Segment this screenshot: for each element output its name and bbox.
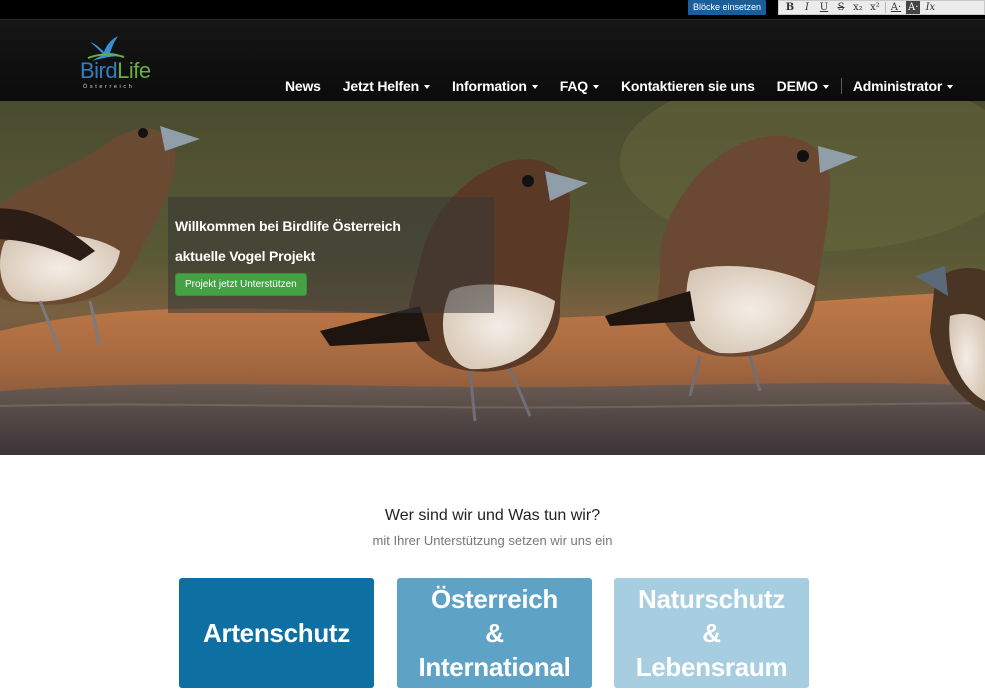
birdlife-logo[interactable]: BirdLife Österreich <box>80 32 165 94</box>
nav-information-label: Information <box>451 78 527 94</box>
format-toolbar: B I U S x₂ x² A· A· Ix <box>778 0 985 15</box>
tile-label: Österreich <box>430 584 559 614</box>
section-subtitle: mit Ihrer Unterstützung setzen wir uns e… <box>372 533 613 548</box>
caret-down-icon <box>822 85 829 90</box>
main-navbar: BirdLife Österreich News Jetzt Helfen In… <box>0 19 985 101</box>
toolbar-separator <box>885 2 886 13</box>
superscript-button[interactable]: x² <box>868 1 882 14</box>
tile-naturschutz-lebensraum[interactable]: Naturschutz & Lebensraum <box>614 578 809 688</box>
tile-label: & <box>702 618 721 648</box>
nav-information[interactable]: Information <box>452 78 538 94</box>
caret-down-icon <box>423 85 430 90</box>
background-color-button[interactable]: A· <box>906 1 921 14</box>
nav-faq[interactable]: FAQ <box>560 78 599 94</box>
support-project-button[interactable]: Projekt jetzt Unterstützen <box>175 273 307 296</box>
logo-word-bird: Bird <box>80 58 118 83</box>
hero-caption: Willkommen bei Birdlife Österreich aktue… <box>168 197 494 313</box>
nav-kontakt[interactable]: Kontaktieren sie uns <box>621 78 755 94</box>
nav-news[interactable]: News <box>285 78 321 94</box>
nav-demo[interactable]: DEMO <box>777 78 829 94</box>
underline-button[interactable]: U <box>817 1 831 14</box>
section-title: Wer sind wir und Was tun wir? <box>384 507 601 524</box>
insert-blocks-button[interactable]: Blöcke einsetzen <box>688 0 767 15</box>
editor-toolbar: Blöcke einsetzen B I U S x₂ x² A· A· Ix <box>0 0 985 19</box>
nav-administrator-label: Administrator <box>852 78 943 94</box>
tile-artenschutz[interactable]: Artenschutz <box>179 578 374 688</box>
nav-jetzt-helfen-label: Jetzt Helfen <box>342 78 419 94</box>
remove-format-button[interactable]: Ix <box>923 1 937 14</box>
tile-label: & <box>485 618 504 648</box>
nav-jetzt-helfen[interactable]: Jetzt Helfen <box>343 78 430 94</box>
page: Blöcke einsetzen B I U S x₂ x² A· A· Ix … <box>0 0 985 691</box>
caret-down-icon <box>531 85 538 90</box>
strikethrough-button[interactable]: S <box>834 1 848 14</box>
text-color-button[interactable]: A· <box>889 1 903 14</box>
logo-subtitle: Österreich <box>83 84 135 90</box>
hero-subtitle: aktuelle Vogel Projekt <box>175 248 316 264</box>
tile-label: Naturschutz <box>638 584 785 614</box>
nav-news-label: News <box>285 78 321 94</box>
caret-down-icon <box>592 85 599 90</box>
nav-administrator[interactable]: Administrator <box>852 78 954 94</box>
tile-label: International <box>418 652 571 682</box>
caret-down-icon <box>947 85 954 90</box>
hero-title: Willkommen bei Birdlife Österreich <box>175 218 401 234</box>
nav-demo-label: DEMO <box>776 78 818 94</box>
nav-faq-label: FAQ <box>559 78 588 94</box>
tile-oesterreich-international[interactable]: Österreich & International <box>397 578 592 688</box>
bold-button[interactable]: B <box>783 1 797 14</box>
main-nav: News Jetzt Helfen Information FAQ Kontak… <box>285 78 975 94</box>
logo-word-life: Life <box>117 58 151 83</box>
logo-wordmark: BirdLife <box>80 58 151 84</box>
italic-button[interactable]: I <box>800 1 814 14</box>
tile-label: Lebensraum <box>635 652 788 682</box>
tile-label: Artenschutz <box>203 617 350 648</box>
nav-divider <box>840 78 842 94</box>
subscript-button[interactable]: x₂ <box>851 1 865 14</box>
nav-kontakt-label: Kontaktieren sie uns <box>620 78 755 94</box>
hero-carousel: Willkommen bei Birdlife Österreich aktue… <box>0 101 985 455</box>
